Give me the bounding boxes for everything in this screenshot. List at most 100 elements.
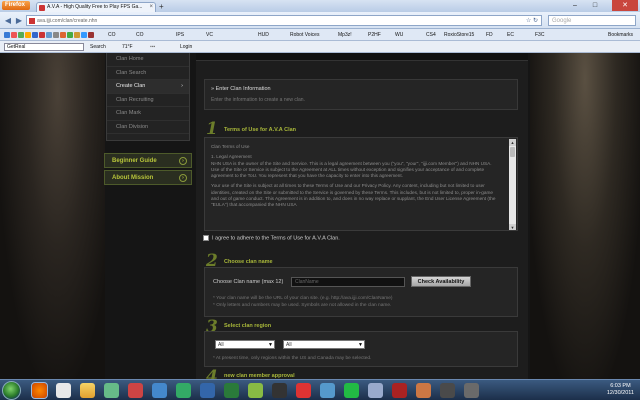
chevron-right-icon: › [179,157,187,165]
app-taskbar-icon[interactable] [344,383,359,398]
clan-name-label: Choose Clan name (max 12) [213,279,284,285]
step-3-title: Select clan region [224,323,272,329]
windows-taskbar: 6:03 PM 12/30/2011 [0,379,640,400]
agree-terms-row[interactable]: I agree to adhere to the Terms of Use fo… [203,235,340,242]
app-taskbar-icon[interactable] [272,383,287,398]
paint-taskbar-icon[interactable] [56,383,71,398]
bookmark-item[interactable]: Mp3z! [338,31,352,39]
clan-name-input[interactable]: ClanName [291,277,405,287]
toolbar-search-select[interactable]: GetReal [4,43,84,51]
address-bar[interactable]: ava.ijji.com/clan/create.nhn ☆ ↻ [26,15,542,26]
bookmarks-toolbar: CO CO IPS VC HUD Robot Voices Mp3z! P2HF… [0,29,640,41]
clan-name-hint-2: * Only letters and numbers may be used. … [213,303,392,308]
bookmark-icons-strip[interactable] [4,31,95,39]
excel-taskbar-icon[interactable] [224,383,239,398]
app-taskbar-icon[interactable] [320,383,335,398]
bookmark-star-icon[interactable]: ☆ ↻ [526,16,538,26]
step-number-1: 1 [206,119,218,139]
bookmark-item[interactable]: CO [108,31,116,39]
system-tray: 6:03 PM 12/30/2011 [558,381,638,400]
app-taskbar-icon[interactable] [200,383,215,398]
browser-tab[interactable]: A.V.A - High Quality Free to Play FPS Ga… [36,2,156,12]
window-close-icon[interactable]: ✕ [612,0,638,11]
app-taskbar-icon[interactable] [176,383,191,398]
bookmark-item[interactable]: FD [486,31,493,39]
app-taskbar-icon[interactable] [392,383,407,398]
bookmark-item[interactable]: CS4 [426,31,436,39]
check-availability-button[interactable]: Check Availability [411,276,471,287]
system-clock[interactable]: 6:03 PM 12/30/2011 [607,383,634,397]
agree-label: I agree to adhere to the Terms of Use fo… [212,235,340,242]
scroll-thumb[interactable] [510,147,515,157]
region-select-2[interactable]: All ▼ [283,340,365,349]
bookmark-item[interactable]: CO [136,31,144,39]
app-taskbar-icon[interactable] [464,383,479,398]
tab-close-icon[interactable]: × [149,3,153,12]
scroll-down-icon[interactable]: ▼ [509,224,516,230]
weather-readout[interactable]: 71°F [122,43,133,51]
region-hint: * At present time, only regions within t… [213,356,372,361]
step-2-title: Choose clan name [224,259,273,265]
bookmarks-menu[interactable]: Bookmarks [608,31,633,39]
info-title: » Enter Clan Information [211,86,271,92]
sidebar-item-clan-recruiting[interactable]: Clan Recruiting [107,94,189,107]
sidebar-item-clan-division[interactable]: Clan Division [107,121,189,134]
bookmark-item[interactable]: VC [206,31,213,39]
chevron-down-icon: ▼ [268,342,273,348]
app-taskbar-icon[interactable] [416,383,431,398]
scroll-up-icon[interactable]: ▲ [509,139,516,146]
toolbar-search-button[interactable]: Search [90,43,106,51]
app-taskbar-icon[interactable] [248,383,263,398]
clan-name-hint-1: * Your clan name will be the URL of your… [213,296,393,301]
terms-of-use-box[interactable]: Clan Terms of Use 1. Legal Agreement NHN… [204,137,518,231]
about-mission-button[interactable]: About Mission › [104,170,192,185]
bookmark-item[interactable]: HUD [258,31,269,39]
beginner-guide-button[interactable]: Beginner Guide › [104,153,192,168]
agree-checkbox[interactable] [203,235,209,241]
forward-icon[interactable]: ▶ [13,15,25,26]
site-favicon-icon [39,5,45,11]
steam-taskbar-icon[interactable] [440,383,455,398]
minimize-icon[interactable]: – [566,0,584,11]
chevron-down-icon: ▼ [358,342,363,348]
info-header-box: » Enter Clan Information Enter the infor… [204,79,518,110]
start-button[interactable] [2,381,21,400]
terms-scrollbar[interactable]: ▲ ▼ [509,139,516,230]
app-taskbar-icon[interactable] [368,383,383,398]
firefox-taskbar-icon[interactable] [31,382,48,399]
bookmark-item[interactable]: EC [507,31,514,39]
chevron-right-icon: › [179,174,187,182]
window-titlebar: Firefox A.V.A - High Quality Free to Pla… [0,0,640,12]
top-banner-strip [196,53,528,61]
facebook-login-button[interactable]: Login [180,43,192,51]
bookmark-item[interactable]: F3C [535,31,544,39]
sidebar-item-create-clan[interactable]: Create Clan › [107,80,189,94]
info-subtitle: Enter the information to create a new cl… [211,97,305,103]
url-favicon-icon [29,18,35,24]
step-number-4: 4 [206,367,218,380]
search-input[interactable]: Google [548,15,636,26]
bookmark-item[interactable]: Robot Voices [290,31,319,39]
sidebar-item-clan-mark[interactable]: Clan Mark [107,107,189,121]
addon-toolbar: GetReal Search 71°F ▪▪▪ Login [0,41,640,53]
firefox-menu-button[interactable]: Firefox [2,1,30,10]
bookmark-item[interactable]: IPS [176,31,184,39]
app-taskbar-icon[interactable] [296,383,311,398]
sidebar-item-clan-home[interactable]: Clan Home [107,53,189,67]
tab-title: A.V.A - High Quality Free to Play FPS Ga… [47,4,143,10]
new-tab-icon[interactable]: + [159,2,164,11]
app-taskbar-icon[interactable] [152,383,167,398]
bookmark-item[interactable]: P2HF [368,31,381,39]
toolbar-icon-strip[interactable]: ▪▪▪ [150,43,178,51]
bookmark-item[interactable]: RoxioStore15 [444,31,474,39]
app-taskbar-icon[interactable] [128,383,143,398]
maximize-icon[interactable]: □ [586,0,604,11]
explorer-taskbar-icon[interactable] [80,383,95,398]
terms-text: Clan Terms of Use 1. Legal Agreement NHN… [211,144,496,208]
bookmark-item[interactable]: WU [395,31,403,39]
navigation-bar: ◀ ▶ ava.ijji.com/clan/create.nhn ☆ ↻ Goo… [0,12,640,29]
sidebar-item-clan-search[interactable]: Clan Search [107,67,189,80]
region-select-1[interactable]: All ▼ [215,340,275,349]
media-taskbar-icon[interactable] [104,383,119,398]
step-1-title: Terms of Use for A.V.A Clan [224,127,297,133]
